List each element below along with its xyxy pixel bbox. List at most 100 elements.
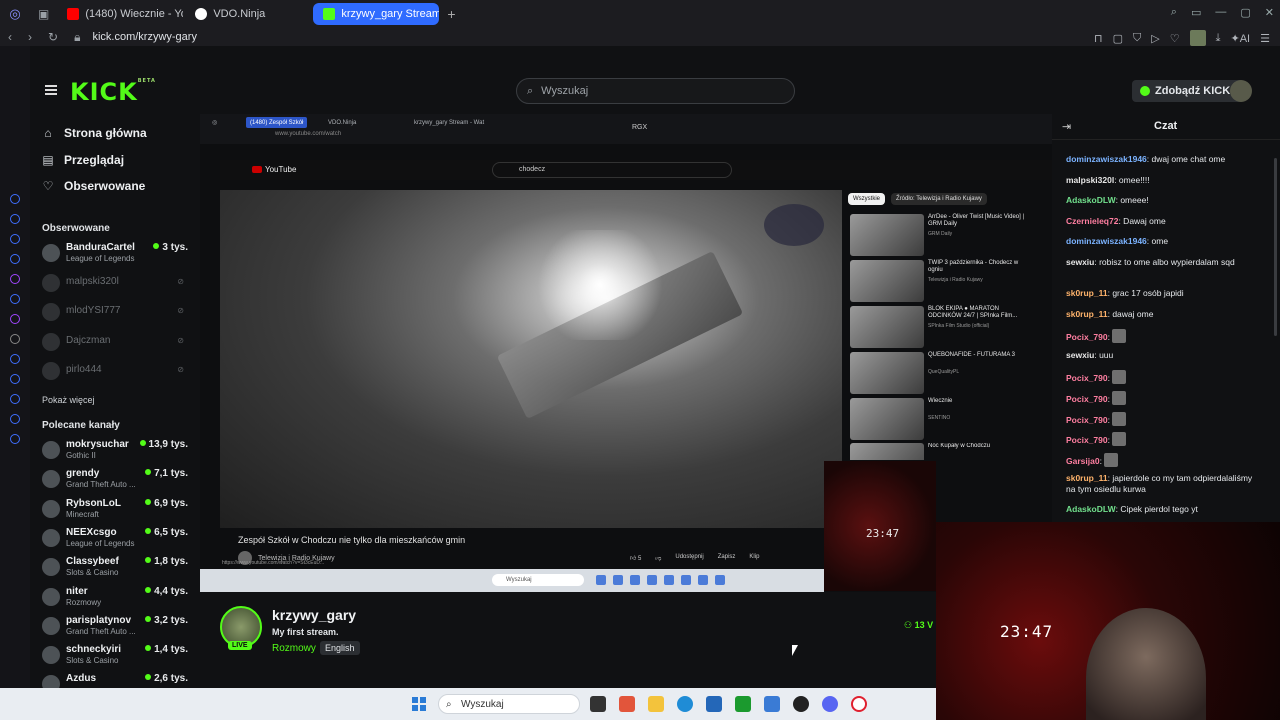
chat-scrollbar[interactable] — [1274, 158, 1277, 336]
sidebar-app-icon[interactable] — [10, 414, 20, 424]
url-field[interactable]: kick.com/krzywy-gary — [92, 31, 197, 43]
play-icon[interactable]: ▷ — [1151, 32, 1159, 45]
ai-icon[interactable]: ✦AI — [1231, 32, 1251, 45]
taskbar-search-input[interactable]: ⌕ Wyszukaj — [438, 694, 580, 714]
app-icon[interactable] — [764, 696, 780, 712]
windows-start-icon[interactable] — [412, 697, 426, 711]
followed-channel[interactable]: mlodYSI777 ⊘ — [42, 299, 190, 325]
chat-username[interactable]: Pocix_790 — [1066, 415, 1108, 425]
chat-username[interactable]: Pocix_790 — [1066, 435, 1108, 445]
chat-username[interactable]: sk0rup_11 — [1066, 473, 1108, 483]
user-avatar[interactable] — [1230, 80, 1252, 102]
chat-username[interactable]: sk0rup_11 — [1066, 309, 1108, 319]
tab-overview-icon[interactable]: ▣ — [30, 7, 57, 21]
search-input[interactable]: ⌕ Wyszukaj — [516, 78, 795, 104]
recommended-channel[interactable]: grendy Grand Theft Auto ... 7,1 tys. — [42, 466, 190, 492]
chat-username[interactable]: Pocix_790 — [1066, 332, 1108, 342]
chat-username[interactable]: sk0rup_11 — [1066, 288, 1108, 298]
history-icon[interactable] — [10, 394, 20, 404]
store-icon[interactable] — [706, 696, 722, 712]
minimize-icon[interactable]: — — [1215, 6, 1226, 19]
new-tab-icon[interactable]: + — [441, 6, 461, 22]
heart-outline-icon[interactable]: ♡ — [1170, 32, 1180, 45]
sidebar-app-icon[interactable] — [10, 234, 20, 244]
chat-username[interactable]: Czernieleq72 — [1066, 216, 1118, 226]
profile-icon[interactable] — [1189, 30, 1206, 46]
app-icon[interactable] — [793, 696, 809, 712]
recommended-channel[interactable]: schneckyiri Slots & Casino 1,4 tys. — [42, 642, 190, 668]
nav-home[interactable]: ⌂ Strona główna — [42, 126, 146, 140]
captured-tab-label: (1480) Zespół Szkół — [250, 119, 304, 126]
webcam-clock: 23:47 — [866, 527, 900, 540]
stream-category[interactable]: Rozmowy — [272, 643, 316, 654]
tab-label: (1480) Wiecznie - You — [85, 8, 184, 20]
channel-name: parisplatynov — [66, 615, 132, 626]
search-tabs-icon[interactable]: ⌕ — [1171, 6, 1177, 19]
download-icon[interactable]: ⤓ — [1216, 32, 1221, 45]
back-icon[interactable]: ‹ — [0, 30, 20, 44]
get-kicks-button[interactable]: Zdobądź KICKs — [1132, 80, 1245, 102]
chat-username[interactable]: sewxiu — [1066, 350, 1094, 360]
channel-name[interactable]: krzywy_gary — [272, 607, 356, 623]
chat-username[interactable]: AdaskoDLW — [1066, 195, 1116, 205]
collapse-chat-icon[interactable]: ⇥ — [1062, 120, 1071, 133]
tab-youtube[interactable]: (1480) Wiecznie - You — [57, 3, 183, 25]
recommended-channel[interactable]: niter Rozmowy 4,4 tys. — [42, 584, 190, 610]
twitch-icon[interactable] — [10, 274, 20, 284]
recommended-channel[interactable]: parisplatynov Grand Theft Auto ... 3,2 t… — [42, 613, 190, 639]
nav-following[interactable]: ♡ Obserwowane — [42, 179, 146, 193]
chat-text: : Dawaj ome — [1118, 215, 1166, 226]
task-view-icon[interactable] — [590, 696, 606, 712]
instagram-icon[interactable] — [10, 314, 20, 324]
chat-username[interactable]: dominzawiszak1946 — [1066, 154, 1147, 164]
followed-channel[interactable]: BanduraCartel League of Legends 3 tys. — [42, 240, 190, 266]
rec-meta: Telewizja i Radio Kujawy — [928, 277, 983, 283]
forward-icon[interactable]: › — [20, 30, 40, 44]
settings-icon[interactable] — [10, 434, 20, 444]
discord-icon[interactable] — [822, 696, 838, 712]
sidebar-app-icon[interactable] — [10, 214, 20, 224]
tab-kick[interactable]: krzywy_gary Stream - Wat — [313, 3, 440, 25]
reload-icon[interactable]: ↻ — [40, 30, 66, 44]
snapshot-icon[interactable]: ▭ — [1191, 6, 1201, 19]
opera-logo-icon[interactable]: ◎ — [0, 6, 30, 22]
recommended-channel[interactable]: Classybeef Slots & Casino 1,8 tys. — [42, 554, 190, 580]
discord-icon[interactable] — [10, 354, 20, 364]
recommended-channel[interactable]: RybsonLoL Minecraft 6,9 tys. — [42, 496, 190, 522]
tiktok-icon[interactable] — [10, 334, 20, 344]
file-explorer-icon[interactable] — [648, 696, 664, 712]
followed-channel[interactable]: Dajczman ⊘ — [42, 329, 190, 355]
opera-icon[interactable] — [851, 696, 867, 712]
edge-icon[interactable] — [677, 696, 693, 712]
copilot-icon[interactable] — [619, 696, 635, 712]
close-icon[interactable]: ✕ — [1265, 6, 1274, 19]
screenshot-icon[interactable]: ▢ — [1113, 32, 1123, 45]
nav-browse[interactable]: ▤ Przeglądaj — [42, 153, 124, 167]
xbox-icon[interactable] — [735, 696, 751, 712]
recommended-channel[interactable]: mokrysuchar Gothic II 13,9 tys. — [42, 437, 190, 463]
hamburger-menu-icon[interactable] — [45, 85, 57, 95]
chat-username[interactable]: malpski320l — [1066, 175, 1114, 185]
chat-username[interactable]: Pocix_790 — [1066, 394, 1108, 404]
chat-username[interactable]: AdaskoDLW — [1066, 504, 1116, 514]
shield-icon[interactable]: ⛉ — [1133, 32, 1141, 45]
messenger-icon[interactable] — [10, 294, 20, 304]
menu-icon[interactable]: ☰ — [1260, 32, 1270, 45]
chat-username[interactable]: dominzawiszak1946 — [1066, 236, 1147, 246]
show-more-link[interactable]: Pokaż więcej — [42, 395, 95, 405]
chat-username[interactable]: Pocix_790 — [1066, 373, 1108, 383]
maximize-icon[interactable]: ▢ — [1240, 6, 1250, 19]
sidebar-app-icon[interactable] — [10, 374, 20, 384]
sidebar-app-icon[interactable] — [10, 194, 20, 204]
recommended-channel[interactable]: Azdus 2,6 tys. — [42, 671, 190, 688]
tab-vdo-ninja[interactable]: VDO.Ninja — [185, 3, 311, 25]
sidebar-app-icon[interactable] — [10, 254, 20, 264]
chat-username[interactable]: Garsija0 — [1066, 456, 1100, 466]
pin-icon[interactable]: ⊓ — [1094, 32, 1103, 45]
language-tag[interactable]: English — [320, 641, 360, 655]
recommended-channel[interactable]: NEEXcsgo League of Legends 6,5 tys. — [42, 525, 190, 551]
chat-username[interactable]: sewxiu — [1066, 257, 1094, 267]
followed-channel[interactable]: malpski320l ⊘ — [42, 270, 190, 296]
kick-logo[interactable]: KICKBETA — [70, 78, 156, 106]
followed-channel[interactable]: pirlo444 ⊘ — [42, 358, 190, 384]
